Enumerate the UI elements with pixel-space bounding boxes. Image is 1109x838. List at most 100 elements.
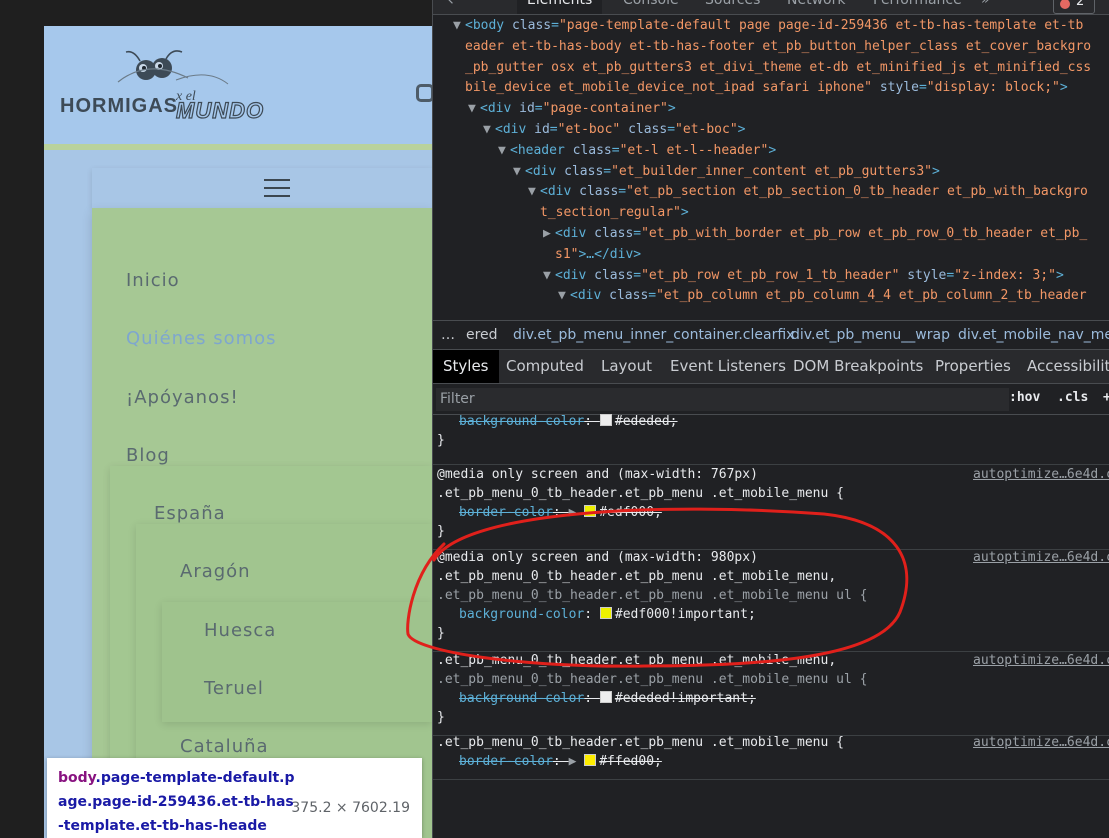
collapse-triangle-icon[interactable]: ▼ [453,16,465,37]
css-declaration[interactable]: background-color: #edf000!important; [459,605,756,624]
menu-item-label: ¡Apóyanos! [126,387,239,408]
logo-image[interactable]: HORMIGAS x el MUNDO [58,48,288,128]
menu-item-huesca[interactable]: Huesca [92,602,432,660]
rule-source-link[interactable]: autoptimize…6e4d.css [973,733,1109,752]
hov-button[interactable]: :hov [1009,390,1040,405]
dom-node[interactable]: eader et-tb-has-body et-tb-has-footer et… [453,37,1091,58]
dom-node[interactable]: ▼ <div class="et_pb_section et_pb_section… [528,182,1088,203]
css-declaration[interactable]: background-color: #ededed!important; [459,689,756,708]
tab-elements[interactable]: Elements [517,0,603,14]
breadcrumb-item[interactable]: ered [466,321,498,349]
dom-node[interactable]: ▼ <body class="page-template-default page… [453,16,1083,37]
tab-accessibility[interactable]: Accessibility [1027,350,1109,383]
style-rule[interactable]: autoptimize…6e4d.css .et_pb_menu_0_tb_hea… [433,647,1109,736]
add-rule-button[interactable]: + [1103,390,1109,405]
tab-console[interactable]: Console [623,0,679,8]
color-swatch-icon[interactable] [584,505,597,517]
dom-node[interactable]: ▼ <div id="et-boc" class="et-boc"> [483,120,746,141]
color-swatch-icon[interactable] [599,607,612,619]
dom-node[interactable]: ▼ <div id="page-container"> [468,99,676,120]
dom-token: > [737,122,746,137]
collapse-triangle-icon[interactable]: ▼ [528,182,540,203]
instagram-icon[interactable] [416,84,432,102]
breadcrumb-item[interactable]: div.et_pb_menu__wrap [791,321,950,349]
dom-token: eader et-tb-has-body et-tb-has-footer et… [465,38,1092,54]
style-rule[interactable]: autoptimize…6e4d.css @media only screen a… [433,461,1109,550]
dom-token: = [648,288,657,304]
expand-shorthand-icon[interactable]: ▶ [569,754,585,769]
error-count-badge[interactable]: 2 [1053,0,1095,14]
inspect-icon[interactable]: ↖ [443,0,455,8]
expand-shorthand-icon[interactable]: ▶ [569,505,585,520]
dom-token: t_section_regular" [540,205,681,221]
rule-source-link[interactable]: autoptimize…6e4d.css [973,548,1109,567]
menu-item-label: Teruel [204,678,264,699]
more-tabs-icon[interactable]: » [981,0,990,8]
styles-filter-bar: :hov .cls + [433,384,1109,415]
css-property-name: border-color [459,754,553,769]
css-declaration[interactable]: background-color: #ededed; [459,414,678,431]
dom-token: "et_pb_row et_pb_row_1_tb_header" [641,267,908,283]
dom-token: "et_pb_column et_pb_column_4_4 et_pb_col… [656,288,1087,304]
tab-properties[interactable]: Properties [935,350,1011,383]
menu-item-espana[interactable]: España [92,485,432,543]
expand-triangle-icon[interactable]: ▶ [543,224,555,245]
collapse-triangle-icon[interactable]: ▼ [498,141,510,162]
style-rule[interactable]: background-color: #ededed;} [433,414,1109,465]
collapse-triangle-icon[interactable]: ▼ [558,286,570,307]
dom-node[interactable]: t_section_regular"> [528,203,689,224]
collapse-triangle-icon[interactable]: ▼ [513,162,525,183]
dom-node[interactable]: ▼ <div class="et_pb_row et_pb_row_1_tb_he… [543,266,1064,287]
dom-node[interactable]: ▼ <div class="et_pb_column et_pb_column_4… [558,286,1087,307]
color-swatch-icon[interactable] [584,754,597,766]
menu-item-quienes-somos[interactable]: Quiénes somos [92,310,432,368]
cls-button[interactable]: .cls [1057,390,1088,405]
collapse-triangle-icon[interactable]: ▼ [468,99,480,120]
breadcrumb-overflow[interactable]: … [441,321,455,349]
menu-item-inicio[interactable]: Inicio [92,252,432,310]
tab-sources[interactable]: Sources [705,0,760,8]
hamburger-menu-icon[interactable] [264,178,290,198]
dom-node[interactable]: ▼ <div class="et_builder_inner_content et… [513,162,940,183]
tab-styles[interactable]: Styles [433,350,499,383]
dom-node[interactable]: ▼ <header class="et-l et-l--header"> [498,141,776,162]
filter-input[interactable] [436,388,1009,411]
breadcrumb-item[interactable]: div.et_mobile_nav_menu [958,321,1109,349]
style-rule[interactable]: autoptimize…6e4d.css .et_pb_menu_0_tb_hea… [433,729,1109,780]
rule-source-link[interactable]: autoptimize…6e4d.css [973,465,1109,484]
dom-node[interactable]: _pb_gutter osx et_pb_gutters3 et_divi_th… [453,58,1091,79]
menu-item-teruel[interactable]: Teruel [92,660,432,718]
css-declaration[interactable]: border-color: ▶ #edf000; [459,503,662,522]
menu-item-apoyanos[interactable]: ¡Apóyanos! [92,369,432,427]
dom-node[interactable]: s1">…</div> [543,245,641,266]
css-property-value: #ededed; [614,414,678,429]
error-icon [1060,0,1070,9]
dom-token: "et_builder_inner_content et_pb_gutters3… [611,163,933,179]
dom-token: <div [540,184,580,200]
dom-token: style [879,80,919,96]
tab-network[interactable]: Network [787,0,845,8]
menu-item-aragon[interactable]: Aragón [92,543,432,601]
dom-node[interactable]: ▶ <div class="et_pb_with_border et_pb_row… [543,224,1087,245]
rule-close-brace: } [437,626,445,641]
dom-token: "et_pb_section et_pb_section_0_tb_header… [626,184,1088,200]
tab-performance[interactable]: Performance [873,0,962,8]
css-declaration[interactable]: border-color: ▶ #ffed00; [459,752,662,771]
menu-item-blog[interactable]: Blog [92,427,432,485]
tab-layout[interactable]: Layout [601,350,652,383]
tab-dom-breakpoints[interactable]: DOM Breakpoints [793,350,923,383]
dom-token: <div [480,101,520,117]
breadcrumb-item[interactable]: div.et_pb_menu_inner_container.clearfix [513,321,794,349]
color-swatch-icon[interactable] [599,691,612,703]
css-selector: @media only screen and (max-width: 767px… [437,467,758,482]
logo-text-mundo: MUNDO [176,98,264,123]
tab-computed[interactable]: Computed [506,350,584,383]
color-swatch-icon[interactable] [599,414,612,426]
collapse-triangle-icon[interactable]: ▼ [483,120,495,141]
tab-event-listeners[interactable]: Event Listeners [670,350,786,383]
rule-source-link[interactable]: autoptimize…6e4d.css [973,651,1109,670]
css-selector: .et_pb_menu_0_tb_header.et_pb_menu .et_m… [437,588,868,603]
style-rule[interactable]: autoptimize…6e4d.css @media only screen a… [433,544,1109,652]
dom-node[interactable]: bile_device et_mobile_device_not_ipad sa… [453,78,1068,99]
collapse-triangle-icon[interactable]: ▼ [543,266,555,287]
